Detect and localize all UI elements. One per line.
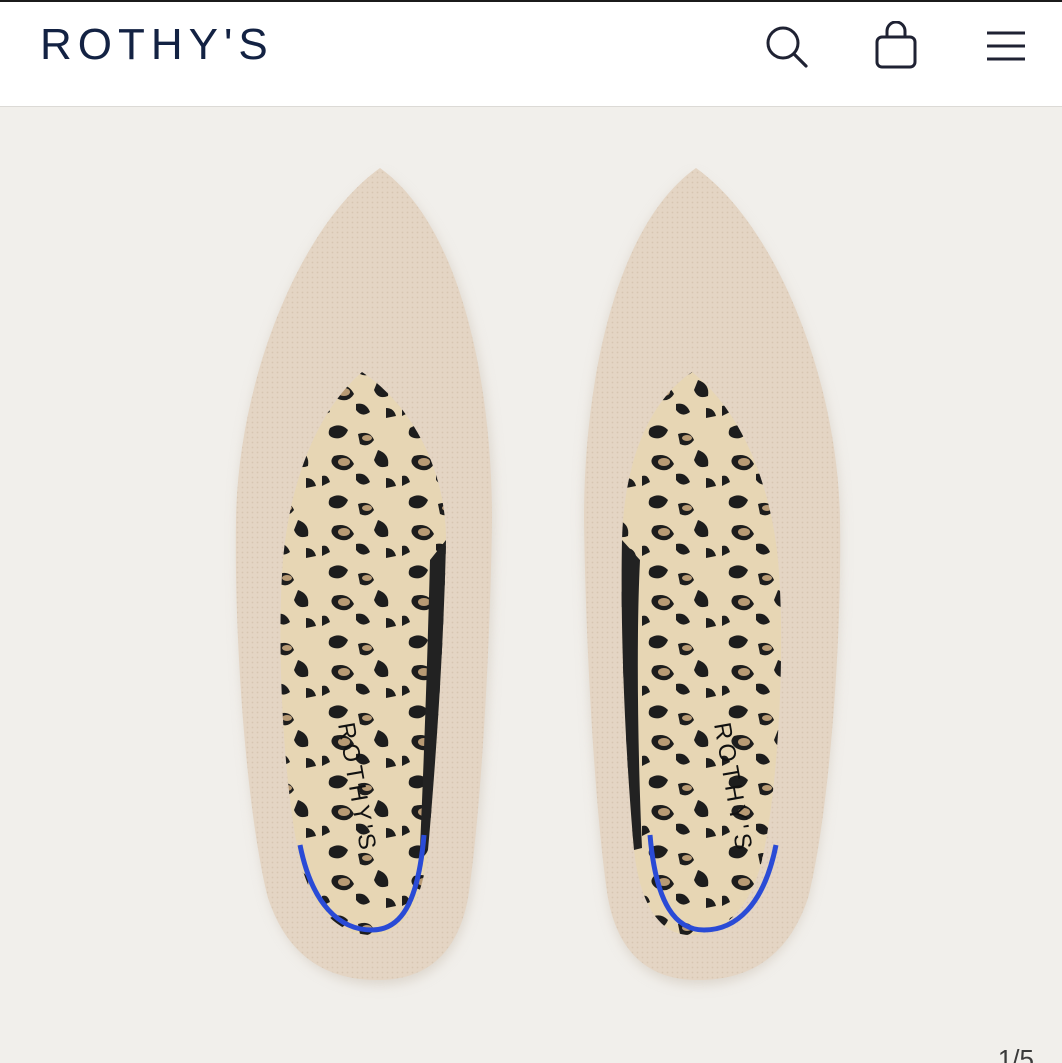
left-shoe: ROTHY'S xyxy=(235,168,494,985)
brand-logo[interactable]: ROTHY'S xyxy=(40,20,274,70)
shopping-bag-icon xyxy=(875,21,917,69)
search-button[interactable] xyxy=(760,20,812,72)
gallery-pager: 1/5 xyxy=(997,1044,1034,1063)
site-header: ROTHY'S xyxy=(0,0,1062,107)
menu-button[interactable] xyxy=(980,20,1032,72)
right-shoe: ROTHY'S xyxy=(584,168,841,985)
product-image: ROTHY'S ROTHY'S xyxy=(235,168,841,985)
search-icon xyxy=(766,26,808,68)
product-image-gallery[interactable]: ROTHY'S ROTHY'S 1/5 xyxy=(0,107,1062,1063)
cart-button[interactable] xyxy=(870,20,922,72)
hamburger-menu-icon xyxy=(987,31,1025,61)
